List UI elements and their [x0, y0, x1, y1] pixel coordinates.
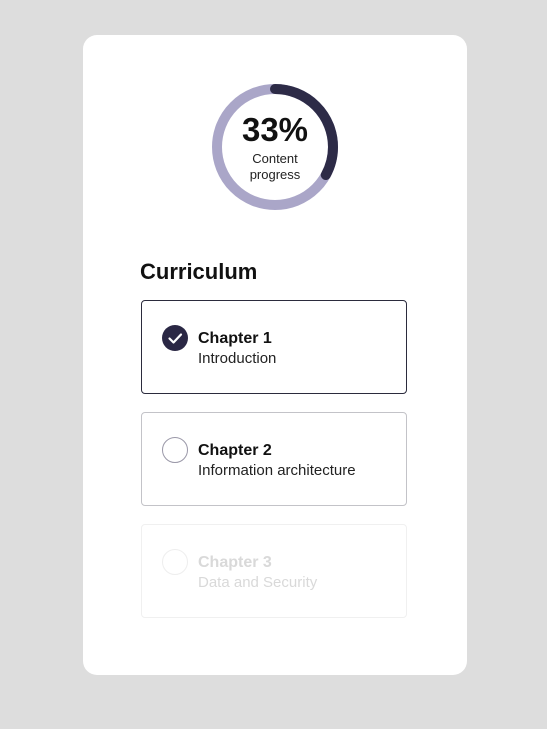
progress-percent: 33% [241, 111, 309, 148]
chapter-subtitle: Introduction [198, 350, 277, 367]
empty-circle-icon [162, 549, 188, 575]
progress-label: Content progress [249, 151, 301, 182]
chapter-1-item[interactable]: Chapter 1 Introduction [141, 300, 407, 394]
curriculum-title: Curriculum [140, 259, 258, 284]
course-card: 33% Content progress Curriculum Chapter … [83, 35, 467, 675]
chapter-subtitle: Information architecture [198, 462, 356, 479]
chapter-title: Chapter 1 [198, 330, 272, 347]
check-icon [162, 325, 188, 351]
chapter-subtitle: Data and Security [198, 574, 318, 591]
content-progress-ring: 33% Content progress [210, 82, 340, 212]
chapter-2-item[interactable]: Chapter 2 Information architecture [141, 412, 407, 506]
empty-circle-icon [162, 437, 188, 463]
progress-center: 33% Content progress [210, 82, 340, 212]
chapter-title: Chapter 3 [198, 554, 272, 571]
chapter-title: Chapter 2 [198, 442, 272, 459]
chapter-3-item: Chapter 3 Data and Security [141, 524, 407, 618]
